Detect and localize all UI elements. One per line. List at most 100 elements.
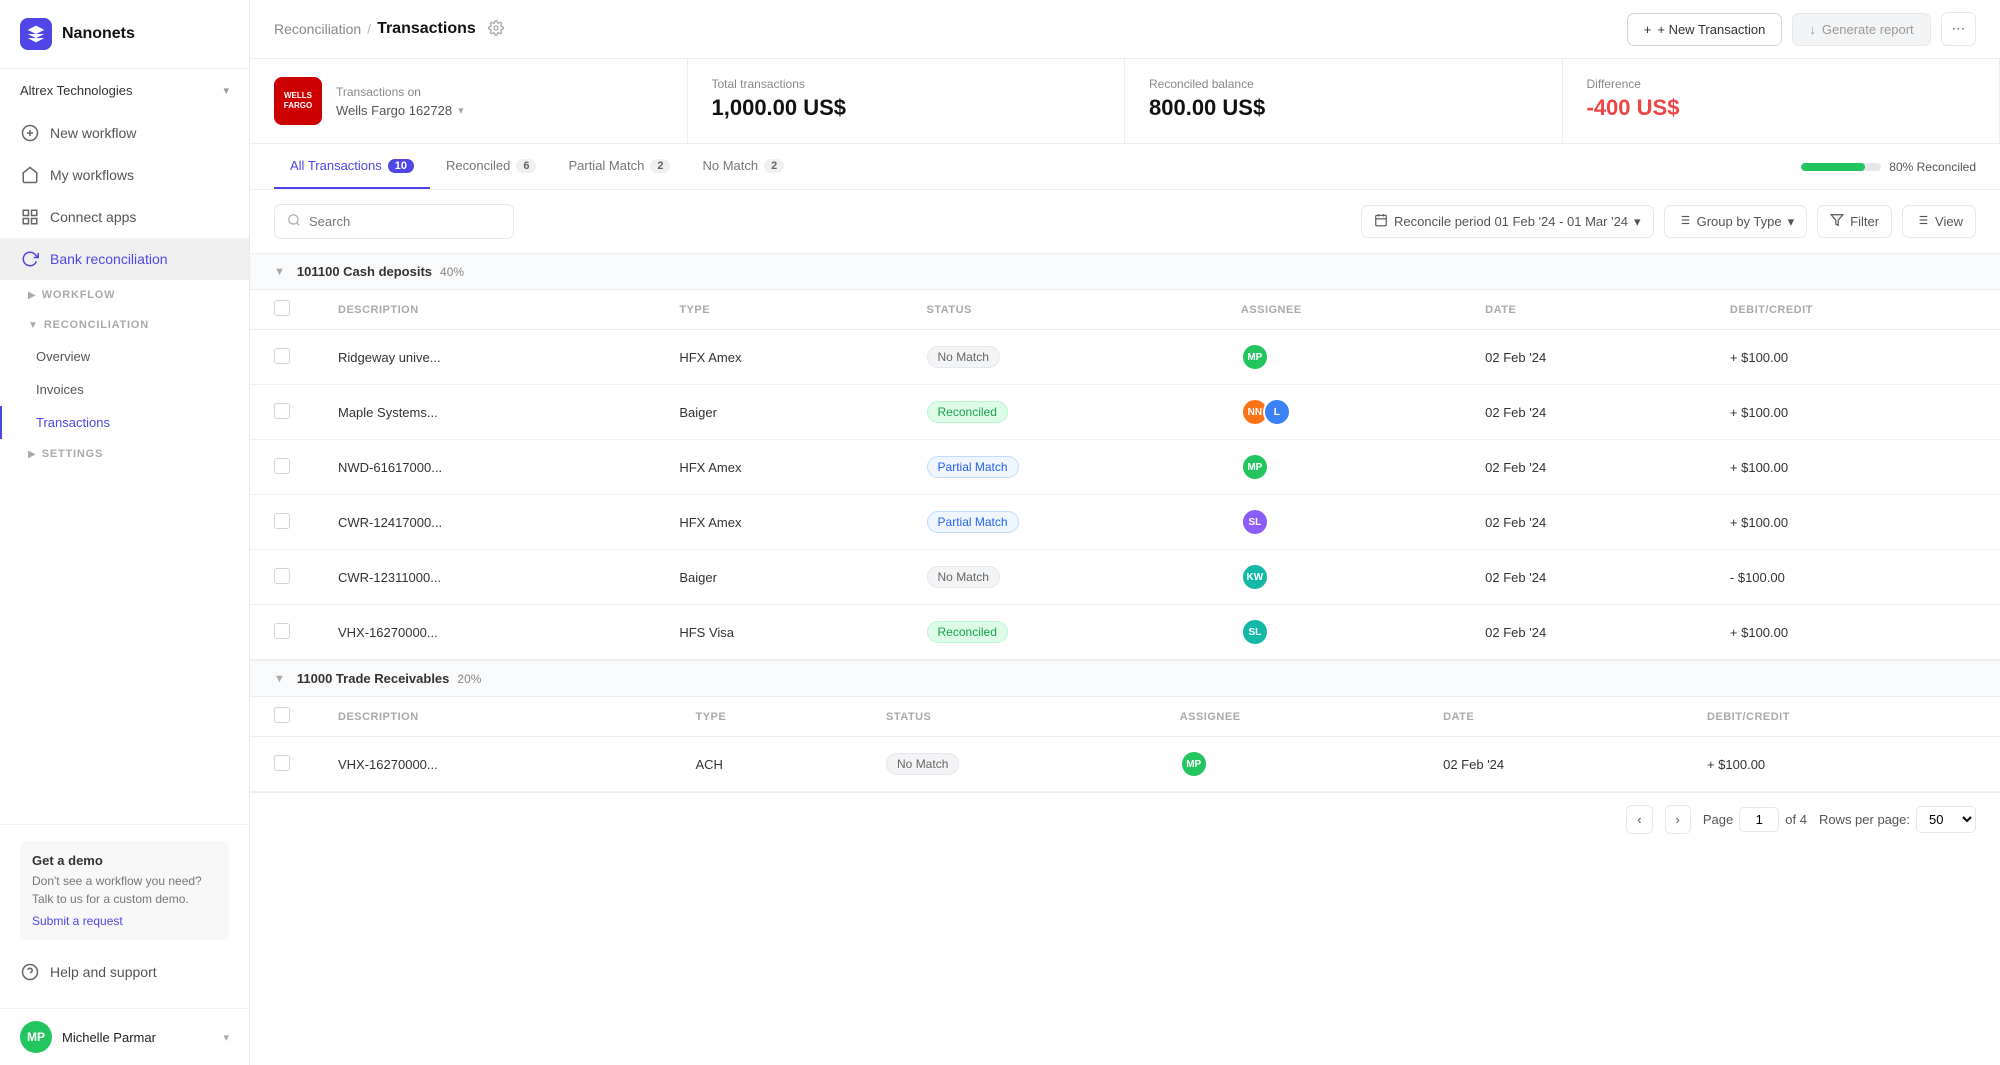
rows-per-page-select[interactable]: 50 25 100 (1916, 806, 1976, 833)
row-checkbox[interactable] (274, 403, 290, 419)
reconcile-period-button[interactable]: Reconcile period 01 Feb '24 - 01 Mar '24… (1361, 205, 1654, 238)
header-actions: + + New Transaction ↓ Generate report ⋯ (1627, 12, 1976, 46)
row-status: No Match (903, 330, 1217, 385)
sidebar-item-new-workflow[interactable]: New workflow (0, 112, 249, 154)
select-all-checkbox-2[interactable] (274, 707, 290, 723)
wf-text-1: WELLS (284, 91, 312, 101)
toolbar-right: Reconcile period 01 Feb '24 - 01 Mar '24… (1361, 205, 1976, 238)
org-selector[interactable]: Altrex Technologies ▾ (0, 69, 249, 112)
generate-report-button[interactable]: ↓ Generate report (1792, 13, 1930, 46)
table-row: VHX-16270000... ACH No Match MP 02 Feb '… (250, 737, 2000, 792)
plus-icon: + (1644, 22, 1652, 37)
table-row: CWR-12417000... HFX Amex Partial Match S… (250, 495, 2000, 550)
group-cash-deposits: ▼ 101100 Cash deposits 40% DESCRIPTION T… (250, 253, 2000, 660)
wf-text-2: FARGO (284, 101, 312, 111)
gear-icon[interactable] (488, 20, 504, 39)
tab-reconciled-count: 6 (516, 159, 536, 173)
new-transaction-button[interactable]: + + New Transaction (1627, 13, 1783, 46)
main-content: Reconciliation / Transactions + + New Tr… (250, 0, 2000, 1065)
sidebar-item-my-workflows[interactable]: My workflows (0, 154, 249, 196)
workflow-section-toggle[interactable]: ▶ WORKFLOW (0, 280, 249, 310)
tab-no-match-count: 2 (764, 159, 784, 173)
more-options-button[interactable]: ⋯ (1941, 12, 1976, 46)
assignee-avatars: SL (1241, 508, 1437, 536)
row-amount: + $100.00 (1706, 440, 2000, 495)
new-workflow-label: New workflow (50, 125, 136, 141)
bank-reconciliation-label: Bank reconciliation (50, 251, 168, 267)
assignee-avatar: SL (1241, 508, 1269, 536)
row-amount: - $100.00 (1706, 550, 2000, 605)
row-type: HFS Visa (655, 605, 902, 660)
sidebar-item-invoices[interactable]: Invoices (0, 373, 249, 406)
group-title-cash-deposits: 101100 Cash deposits (297, 264, 432, 279)
col-date: DATE (1461, 290, 1706, 330)
select-all-checkbox[interactable] (274, 300, 290, 316)
tab-reconciled[interactable]: Reconciled 6 (430, 144, 552, 189)
invoices-label: Invoices (36, 382, 84, 397)
help-support-item[interactable]: Help and support (20, 952, 229, 992)
user-menu[interactable]: MP Michelle Parmar ▾ (0, 1008, 249, 1065)
search-input[interactable] (309, 214, 501, 229)
col-debit-credit-2: DEBIT/CREDIT (1683, 697, 2000, 737)
status-badge: Reconciled (927, 621, 1008, 643)
bank-dropdown[interactable]: Wells Fargo 162728 ▾ (336, 103, 663, 118)
wells-fargo-logo: WELLS FARGO (274, 77, 322, 125)
my-workflows-label: My workflows (50, 167, 134, 183)
col-checkbox (250, 290, 314, 330)
logo-area: Nanonets (0, 0, 249, 69)
breadcrumb: Reconciliation / Transactions (274, 20, 504, 39)
col-status-2: STATUS (862, 697, 1156, 737)
rows-label: Rows per page: (1819, 812, 1910, 827)
submit-request-link[interactable]: Submit a request (32, 914, 123, 928)
tab-partial-match[interactable]: Partial Match 2 (552, 144, 686, 189)
row-checkbox[interactable] (274, 755, 290, 771)
group-header-cash-deposits[interactable]: ▼ 101100 Cash deposits 40% (250, 253, 2000, 290)
assignee-avatar: KW (1241, 563, 1269, 591)
status-badge: No Match (886, 753, 959, 775)
grid-icon (20, 207, 40, 227)
row-status: No Match (862, 737, 1156, 792)
row-checkbox[interactable] (274, 568, 290, 584)
avatar: MP (20, 1021, 52, 1053)
tab-no-match[interactable]: No Match 2 (686, 144, 800, 189)
filter-button[interactable]: Filter (1817, 205, 1892, 238)
col-description: DESCRIPTION (314, 290, 655, 330)
bank-info: Transactions on Wells Fargo 162728 ▾ (336, 85, 663, 118)
row-checkbox[interactable] (274, 513, 290, 529)
tabs: All Transactions 10 Reconciled 6 Partial… (274, 144, 800, 189)
col-type: TYPE (655, 290, 902, 330)
next-page-button[interactable]: › (1665, 805, 1691, 834)
col-assignee: ASSIGNEE (1217, 290, 1461, 330)
stats-bar: WELLS FARGO Transactions on Wells Fargo … (250, 59, 2000, 144)
workflow-collapse-icon: ▶ (28, 290, 36, 301)
connect-apps-label: Connect apps (50, 209, 136, 225)
refresh-icon (20, 249, 40, 269)
sidebar-item-connect-apps[interactable]: Connect apps (0, 196, 249, 238)
page-number-input[interactable] (1739, 807, 1779, 832)
row-checkbox[interactable] (274, 348, 290, 364)
prev-page-button[interactable]: ‹ (1626, 805, 1652, 834)
breadcrumb-parent[interactable]: Reconciliation (274, 21, 361, 37)
sidebar-item-bank-reconciliation[interactable]: Bank reconciliation (0, 238, 249, 280)
total-value: 1,000.00 US$ (712, 95, 1101, 121)
assignee-avatars: SL (1241, 618, 1437, 646)
row-date: 02 Feb '24 (1461, 440, 1706, 495)
group-by-button[interactable]: Group by Type ▾ (1664, 205, 1808, 238)
content-area: Reconcile period 01 Feb '24 - 01 Mar '24… (250, 190, 2000, 1065)
bank-name: Wells Fargo 162728 (336, 103, 452, 118)
assignee-avatars: MP (1241, 453, 1437, 481)
settings-section-toggle[interactable]: ▶ SETTINGS (0, 439, 249, 469)
search-box[interactable] (274, 204, 514, 239)
table-row: Ridgeway unive... HFX Amex No Match MP 0… (250, 330, 2000, 385)
row-checkbox[interactable] (274, 623, 290, 639)
view-button[interactable]: View (1902, 205, 1976, 238)
row-checkbox[interactable] (274, 458, 290, 474)
tab-all-transactions[interactable]: All Transactions 10 (274, 144, 430, 189)
sidebar-item-overview[interactable]: Overview (0, 340, 249, 373)
row-amount: + $100.00 (1706, 495, 2000, 550)
table-cash-deposits: DESCRIPTION TYPE STATUS ASSIGNEE DATE DE… (250, 290, 2000, 660)
group-header-trade-receivables[interactable]: ▼ 11000 Trade Receivables 20% (250, 660, 2000, 697)
assignee-avatar: L (1263, 398, 1291, 426)
sidebar-item-transactions[interactable]: Transactions (0, 406, 249, 439)
reconciliation-section-toggle[interactable]: ▼ RECONCILIATION (0, 310, 249, 340)
